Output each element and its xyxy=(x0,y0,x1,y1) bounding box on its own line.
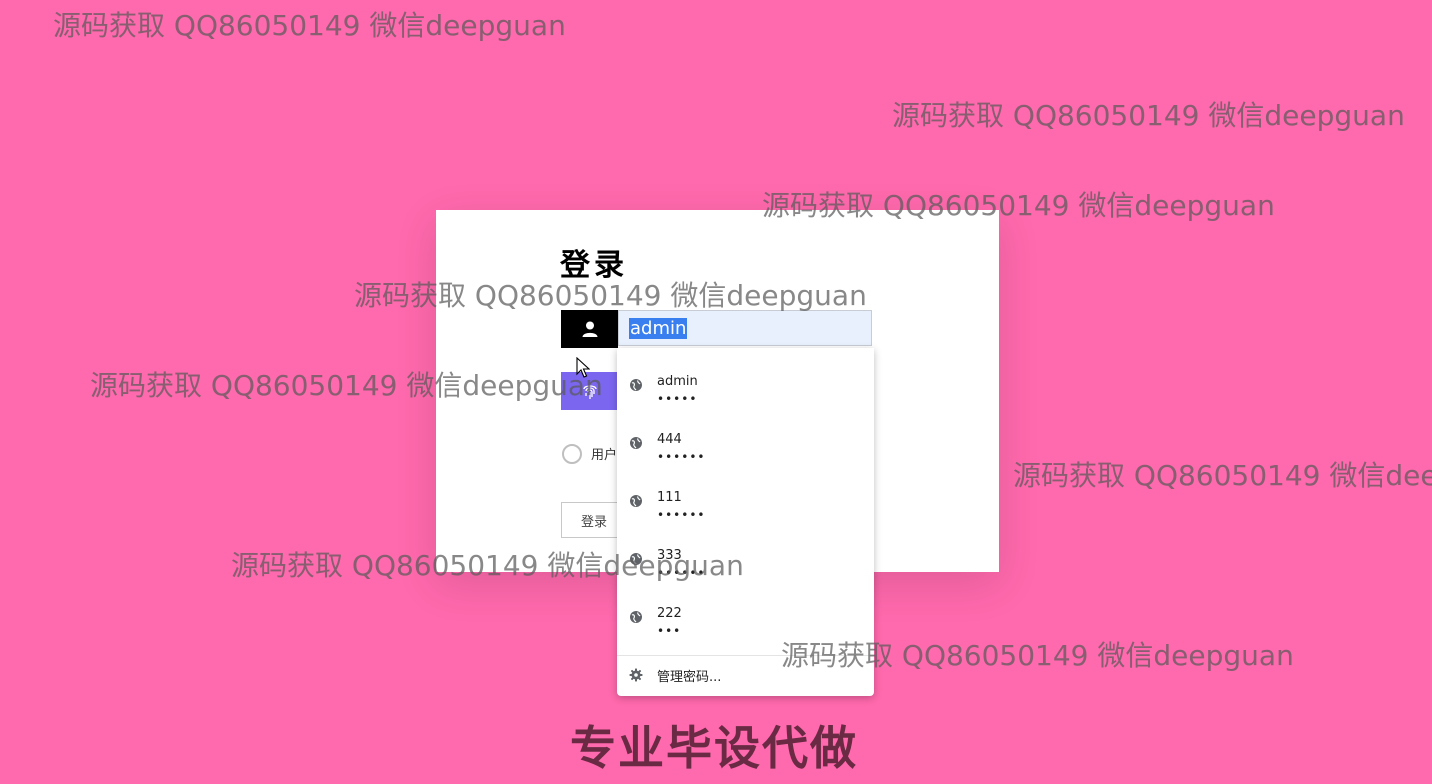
autofill-password: ••••• xyxy=(657,392,698,406)
globe-icon xyxy=(630,553,642,565)
watermark-text: 源码获取 QQ86050149 微信deepguan xyxy=(1013,459,1432,492)
globe-icon xyxy=(630,495,642,507)
autofill-username: 333 xyxy=(657,548,682,563)
role-label-user: 用户 xyxy=(591,448,618,463)
autofill-item[interactable]: 222 ••• xyxy=(617,594,874,644)
watermark-text: 源码获取 QQ86050149 微信deepguan xyxy=(892,99,1405,132)
autofill-username: admin xyxy=(657,374,698,389)
mouse-cursor-icon xyxy=(576,357,590,378)
manage-passwords-item[interactable]: 管理密码... xyxy=(617,660,874,690)
autofill-password: •••••• xyxy=(657,450,706,464)
username-addon xyxy=(561,310,618,348)
autofill-item[interactable]: 333 •••••• xyxy=(617,536,874,586)
fingerprint-icon xyxy=(582,385,597,399)
footer-banner: 专业毕设代做 xyxy=(570,721,858,775)
role-radio-user[interactable] xyxy=(562,444,582,464)
username-input-value: admin xyxy=(629,317,688,339)
autofill-item[interactable]: 444 •••••• xyxy=(617,420,874,470)
autofill-item[interactable]: 111 •••••• xyxy=(617,478,874,528)
autofill-password: •••••• xyxy=(657,566,706,580)
autofill-password: ••• xyxy=(657,624,682,638)
autofill-password: •••••• xyxy=(657,508,706,522)
autofill-username: 444 xyxy=(657,432,682,447)
autofill-username: 111 xyxy=(657,490,682,505)
globe-icon xyxy=(630,611,642,623)
gear-icon xyxy=(629,668,643,682)
manage-passwords-label: 管理密码... xyxy=(657,670,722,685)
watermark-text: 源码获取 QQ86050149 微信deepguan xyxy=(53,9,566,42)
globe-icon xyxy=(630,379,642,391)
login-title: 登录 xyxy=(560,248,628,283)
username-input[interactable]: admin xyxy=(618,310,872,346)
globe-icon xyxy=(630,437,642,449)
autofill-dropdown: admin ••••• 444 •••••• 111 •••••• 333 ••… xyxy=(617,348,874,696)
autofill-item[interactable]: admin ••••• xyxy=(617,362,874,412)
user-icon xyxy=(582,321,597,337)
autofill-divider xyxy=(617,655,874,656)
autofill-username: 222 xyxy=(657,606,682,621)
